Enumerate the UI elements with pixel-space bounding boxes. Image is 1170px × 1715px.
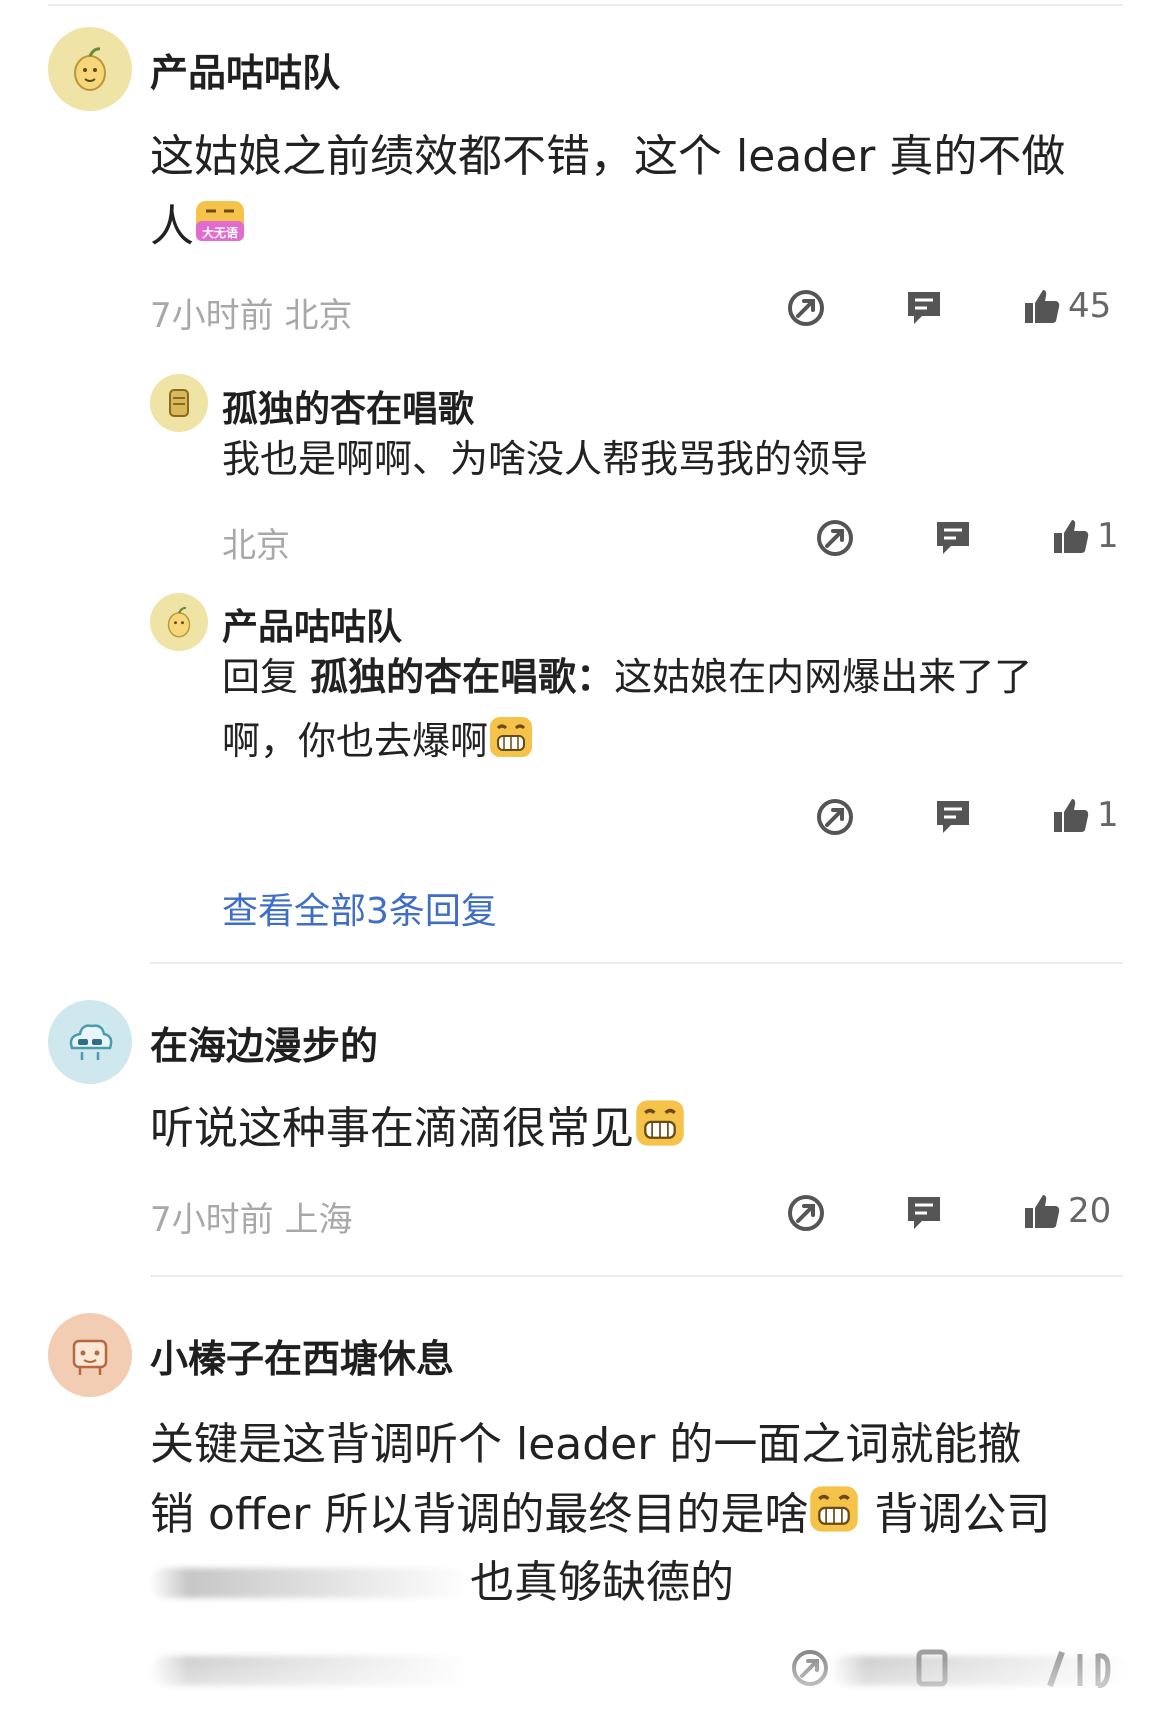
- comment-divider: [150, 1275, 1123, 1277]
- speechless-emoji-icon: 大无语: [194, 195, 246, 268]
- reply-button[interactable]: [933, 797, 973, 837]
- grin-emoji-icon: [634, 1097, 686, 1170]
- like-button[interactable]: 1: [1051, 516, 1119, 556]
- comment-text-line-1: 关键是这背调听个 leader 的一面之词就能撤: [150, 1419, 1022, 1470]
- comment-text-line-3: 也真够缺德的: [470, 1557, 734, 1608]
- view-all-replies-link[interactable]: 查看全部3条回复: [222, 882, 497, 934]
- comment-text-line-2: 销 offer 所以背调的最终目的是啥 背调公司: [150, 1480, 1130, 1556]
- like-count: 45: [1068, 286, 1112, 326]
- mention-link[interactable]: 孤独的杏在唱歌：: [310, 655, 614, 699]
- thumbs-up-icon: [1054, 799, 1089, 832]
- reply-author[interactable]: 孤独的杏在唱歌: [222, 380, 474, 432]
- avatar[interactable]: [48, 27, 132, 111]
- like-count: 20: [1068, 1191, 1112, 1231]
- reply-button[interactable]: [904, 1193, 944, 1233]
- thumbs-up-icon: [1025, 290, 1060, 323]
- grin-emoji-icon: [808, 1483, 860, 1556]
- comment-icon: [908, 292, 940, 324]
- like-count: 1: [1097, 795, 1119, 835]
- avatar[interactable]: [150, 374, 208, 432]
- reply-author[interactable]: 产品咕咕队: [222, 598, 402, 650]
- share-icon: [788, 290, 824, 326]
- like-button[interactable]: 1: [1051, 795, 1119, 835]
- top-divider: [48, 4, 1123, 6]
- share-button[interactable]: [786, 1193, 826, 1233]
- comment-author[interactable]: 在海边漫步的: [150, 1015, 378, 1070]
- comment-text: 这姑娘之前绩效都不错，这个 leader 真的不做人 大无语: [150, 122, 1090, 268]
- comment-icon: [937, 522, 969, 554]
- comment-icon: [937, 801, 969, 833]
- comment-author[interactable]: 产品咕咕队: [150, 42, 340, 97]
- avatar[interactable]: [150, 593, 208, 651]
- thumbs-up-icon: [1025, 1195, 1060, 1228]
- comment-author[interactable]: 小榛子在西塘休息: [150, 1328, 454, 1383]
- like-count: 1: [1097, 516, 1119, 556]
- like-button[interactable]: 20: [1022, 1191, 1111, 1231]
- thumbs-up-icon: [1054, 520, 1089, 553]
- comment-icon: [908, 1197, 940, 1229]
- share-icon: [788, 1195, 824, 1231]
- share-icon: [817, 520, 853, 556]
- comment-text: 听说这种事在滴滴很常见: [150, 1094, 1090, 1170]
- bottom-fade: [0, 1645, 1170, 1715]
- share-icon: [817, 799, 853, 835]
- share-button[interactable]: [815, 518, 855, 558]
- reply-meta: 北京: [222, 526, 290, 566]
- reply-button[interactable]: [933, 518, 973, 558]
- comment-meta: 7小时前 北京: [150, 296, 353, 336]
- grin-emoji-icon: [488, 714, 534, 779]
- svg-text:大无语: 大无语: [202, 225, 238, 240]
- reply-text: 回复 孤独的杏在唱歌：这姑娘在内网爆出来了了啊，你也去爆啊: [222, 645, 1102, 779]
- share-button[interactable]: [786, 288, 826, 328]
- blurred-text: [150, 1568, 470, 1598]
- like-button[interactable]: 45: [1022, 286, 1111, 326]
- reply-text: 我也是啊啊、为啥没人帮我骂我的领导: [222, 437, 869, 481]
- avatar[interactable]: [48, 1000, 132, 1084]
- comment-meta: 7小时前 上海: [150, 1200, 353, 1240]
- share-button[interactable]: [815, 797, 855, 837]
- avatar[interactable]: [48, 1313, 132, 1397]
- comment-divider: [150, 962, 1123, 964]
- reply-button[interactable]: [904, 288, 944, 328]
